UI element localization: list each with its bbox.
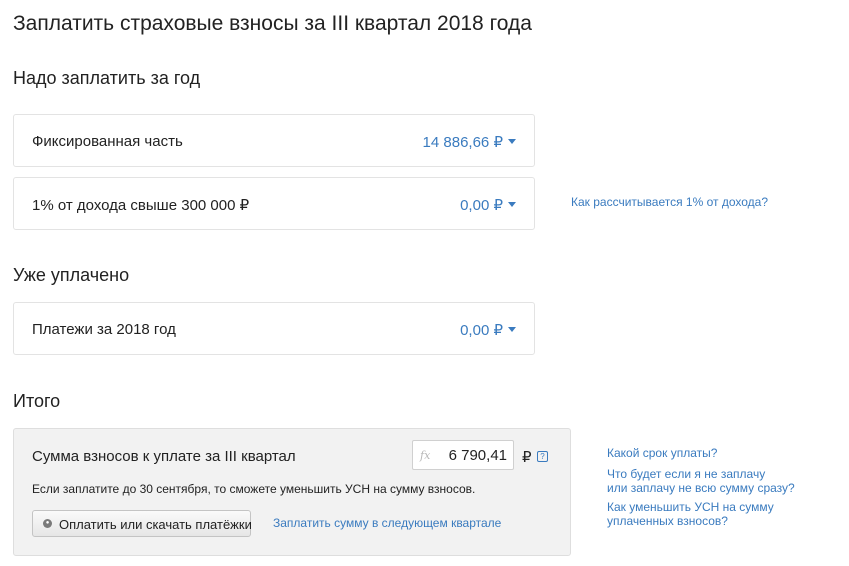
section-title-total: Итого: [13, 391, 61, 411]
nopay-link-line2: или заплачу не всю сумму сразу?: [607, 481, 795, 495]
deadline-hint: Если заплатите до 30 сентября, то сможет…: [32, 482, 476, 496]
total-label: Сумма взносов к уплате за III квартал: [32, 448, 296, 465]
pay-next-quarter-link[interactable]: Заплатить сумму в следующем квартале: [273, 516, 501, 530]
percent-income-value-dropdown[interactable]: 0,00 ₽: [460, 196, 516, 214]
payment-icon: ●: [43, 519, 52, 528]
caret-down-icon: [508, 201, 516, 207]
reduce-link-line1: Как уменьшить УСН на сумму: [607, 500, 774, 514]
percent-income-row: 1% от дохода свыше 300 000 ₽ 0,00 ₽: [13, 177, 535, 230]
total-panel: Сумма взносов к уплате за III квартал fx…: [13, 428, 571, 556]
section-title-paid: Уже уплачено: [13, 265, 130, 285]
section-title-due: Надо заплатить за год: [13, 68, 201, 88]
percent-calc-help-link[interactable]: Как рассчитывается 1% от дохода?: [571, 195, 768, 209]
amount-value: 6 790,41: [448, 447, 507, 464]
fixed-part-row: Фиксированная часть 14 886,66 ₽: [13, 114, 535, 167]
percent-income-label: 1% от дохода свыше 300 000 ₽: [32, 197, 250, 214]
percent-income-value: 0,00 ₽: [460, 197, 503, 214]
amount-input[interactable]: fx 6 790,41: [412, 440, 514, 470]
fixed-part-label: Фиксированная часть: [32, 133, 183, 150]
fixed-part-value: 14 886,66 ₽: [422, 134, 503, 151]
payments-value: 0,00 ₽: [460, 322, 503, 339]
currency-symbol: ₽: [522, 449, 532, 466]
deadline-help-link[interactable]: Какой срок уплаты?: [607, 446, 717, 460]
pay-button-label: Оплатить или скачать платёжки: [59, 517, 252, 532]
pay-or-download-button[interactable]: ● Оплатить или скачать платёжки: [32, 510, 252, 537]
reduce-link-line2: уплаченных взносов?: [607, 514, 728, 528]
help-icon[interactable]: ?: [537, 451, 548, 462]
nopay-link-line1: Что будет если я не заплачу: [607, 467, 766, 481]
page-title: Заплатить страховые взносы за III кварта…: [13, 12, 532, 35]
reduce-usn-help-link[interactable]: Как уменьшить УСН на сумму уплаченных взн…: [607, 500, 774, 528]
payments-label: Платежи за 2018 год: [32, 321, 176, 338]
payments-value-dropdown[interactable]: 0,00 ₽: [460, 321, 516, 339]
nopay-help-link[interactable]: Что будет если я не заплачу или заплачу н…: [607, 467, 795, 495]
fixed-part-value-dropdown[interactable]: 14 886,66 ₽: [423, 133, 516, 151]
fx-icon: fx: [420, 449, 431, 462]
payments-row: Платежи за 2018 год 0,00 ₽: [13, 302, 535, 355]
caret-down-icon: [508, 326, 516, 332]
caret-down-icon: [508, 138, 516, 144]
